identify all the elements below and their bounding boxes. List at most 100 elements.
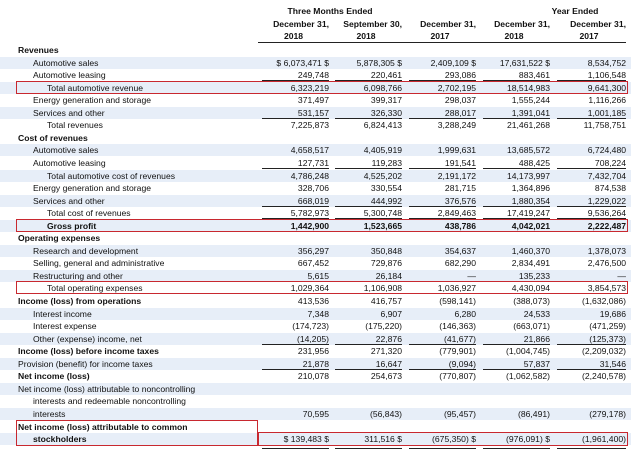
- row-value: (56,843): [369, 408, 402, 419]
- subtotal-rule: [557, 167, 626, 169]
- row-label: Other (expense) income, net: [33, 333, 142, 344]
- row-value: 416,757: [370, 296, 402, 306]
- row-value: 328,706: [297, 183, 329, 194]
- row-value: 7,348: [307, 308, 329, 319]
- row-value: 356,297: [297, 245, 329, 256]
- row-value: 24,533: [523, 308, 550, 319]
- row-label: Energy generation and storage: [33, 183, 152, 194]
- table-row: Net income (loss) attributable to noncon…: [0, 382, 631, 395]
- row-value: 19,686: [599, 308, 626, 319]
- row-value: (146,363): [439, 321, 476, 332]
- table-row: Cost of revenues: [0, 132, 631, 144]
- table-row: Total revenues 7,225,873 6,824,413 3,288,24…: [0, 119, 631, 131]
- highlight-net-income-stockholders-label: [16, 419, 258, 446]
- row-value: 1,555,244: [511, 95, 550, 106]
- row-value: 271,320: [370, 346, 402, 357]
- row-label: Net income (loss): [18, 371, 90, 382]
- subtotal-rule: [262, 205, 329, 207]
- row-label: Income (loss) from operations: [18, 296, 142, 306]
- row-label: Restructuring and other: [33, 270, 123, 281]
- row-value: (86,491): [517, 408, 550, 419]
- row-value: 2,191,172: [437, 170, 476, 181]
- subtotal-rule: [409, 343, 476, 345]
- row-value: 7,432,704: [587, 170, 626, 181]
- table-row: Operating expenses: [0, 232, 631, 244]
- table-row: interests and redeemable noncontrolling: [0, 395, 631, 407]
- row-label: Research and development: [33, 245, 139, 256]
- row-value: 3,288,249: [437, 120, 476, 131]
- subtotal-rule: [557, 343, 626, 345]
- subtotal-rule: [483, 343, 550, 345]
- table-row: Revenues: [0, 44, 631, 56]
- row-label: Provision (benefit) for income taxes: [18, 358, 153, 369]
- row-value: 4,786,248: [290, 170, 329, 181]
- subtotal-rule: [557, 117, 626, 119]
- subtotal-rule: [409, 368, 476, 370]
- subtotal-rule: [483, 167, 550, 169]
- row-value: 6,824,413: [363, 120, 402, 131]
- row-value: 4,405,919: [363, 145, 402, 156]
- row-value: (174,723): [292, 321, 329, 332]
- subtotal-rule: [335, 368, 402, 370]
- col-header-year: 2018: [356, 31, 376, 41]
- row-value: 1,460,370: [511, 245, 550, 256]
- table-row: Research and development 356,297 350,848 35…: [0, 244, 631, 257]
- row-value: 8,534,752: [587, 57, 626, 68]
- subtotal-rule: [262, 167, 329, 169]
- subtotal-rule: [335, 117, 402, 119]
- col-header-date: December 31,: [273, 19, 329, 29]
- row-value: (598,141): [439, 296, 476, 306]
- subtotal-rule: [262, 117, 329, 119]
- row-value: (388,073): [513, 296, 550, 306]
- row-label: interests and redeemable noncontrolling: [33, 396, 186, 407]
- col-header-year: 2017: [579, 31, 599, 41]
- row-value: (1,632,086): [582, 296, 626, 306]
- highlight-total-operating-expenses: [16, 281, 628, 295]
- row-value: (2,240,578): [582, 371, 626, 382]
- row-value: 4,525,202: [363, 170, 402, 181]
- row-value: 2,409,109 $: [430, 57, 476, 68]
- row-value: 231,956: [297, 346, 329, 357]
- highlight-total-automotive-revenue: [16, 80, 628, 94]
- row-value: 13,685,572: [506, 145, 550, 156]
- row-value: 399,317: [370, 95, 402, 106]
- row-value: 667,452: [297, 258, 329, 269]
- row-label: Selling, general and administrative: [33, 258, 165, 269]
- row-value: 281,715: [444, 183, 476, 194]
- row-value: (1,004,745): [506, 346, 550, 357]
- row-label: Total revenues: [47, 120, 103, 131]
- row-value: 11,758,751: [583, 120, 626, 131]
- header-three-months-ended: Three Months Ended: [287, 6, 373, 16]
- row-label: Services and other: [33, 107, 105, 118]
- header-year-ended: Year Ended: [551, 6, 599, 16]
- row-value: 371,497: [297, 95, 329, 106]
- row-value: 6,724,480: [587, 145, 626, 156]
- row-label: Automotive sales: [33, 57, 99, 68]
- row-value: 6,280: [454, 308, 476, 319]
- row-value: 6,907: [380, 308, 402, 319]
- table-row: Interest expense (174,723) (175,220) (146,3…: [0, 320, 631, 332]
- row-value: 354,637: [444, 245, 476, 256]
- header-rule: [258, 42, 626, 43]
- subtotal-rule: [262, 343, 329, 345]
- row-value: 17,631,522 $: [499, 57, 550, 68]
- row-value: (2,209,032): [582, 346, 626, 357]
- row-value: 2,476,500: [587, 258, 626, 269]
- subtotal-rule: [409, 167, 476, 169]
- subtotal-rule: [335, 205, 402, 207]
- row-label: Services and other: [33, 195, 105, 206]
- row-value: 330,554: [370, 183, 402, 194]
- col-header-date: September 30,: [343, 19, 402, 29]
- subtotal-rule: [409, 117, 476, 119]
- row-value: 350,848: [370, 245, 402, 256]
- row-value: 729,876: [370, 258, 402, 269]
- subtotal-rule: [483, 117, 550, 119]
- row-label: Interest income: [33, 308, 92, 319]
- table-row: Income (loss) before income taxes 231,956…: [0, 345, 631, 357]
- subtotal-rule: [557, 205, 626, 207]
- row-value: 14,173,997: [506, 170, 550, 181]
- row-value: 1,364,896: [511, 183, 550, 194]
- subtotal-rule: [335, 167, 402, 169]
- row-value: (175,220): [365, 321, 402, 332]
- col-header-year: 2018: [504, 31, 524, 41]
